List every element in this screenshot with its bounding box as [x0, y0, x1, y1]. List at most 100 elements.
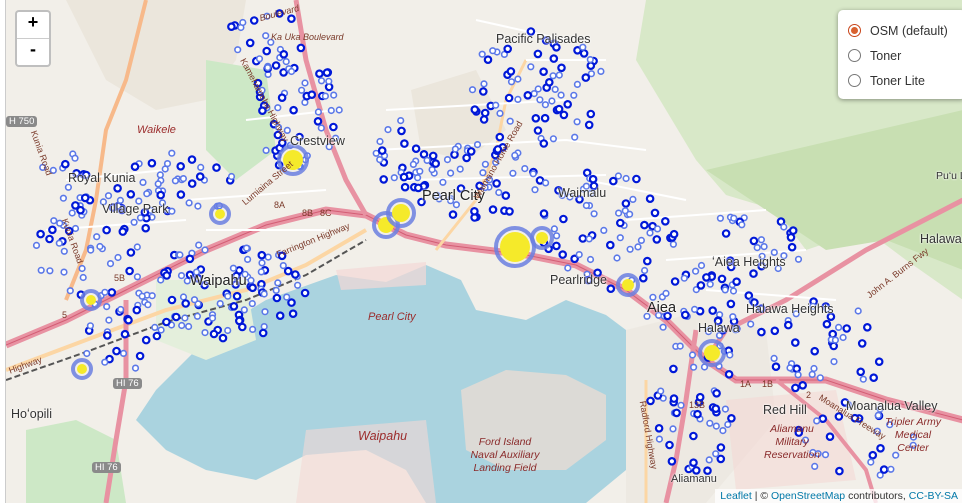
data-point-marker[interactable]: [218, 333, 228, 343]
data-point-marker[interactable]: [688, 351, 697, 359]
data-point-marker[interactable]: [702, 273, 711, 282]
data-point-marker[interactable]: [158, 199, 167, 207]
data-point-marker[interactable]: [209, 329, 219, 339]
data-point-marker[interactable]: [102, 225, 111, 235]
data-point-marker[interactable]: [726, 351, 734, 359]
data-point-marker[interactable]: [481, 160, 490, 168]
data-point-marker[interactable]: [400, 182, 410, 192]
data-point-marker[interactable]: [835, 466, 844, 476]
data-point-marker[interactable]: [317, 124, 325, 132]
data-point-marker[interactable]: [505, 207, 514, 216]
data-point-marker[interactable]: [614, 209, 623, 217]
data-point-marker[interactable]: [509, 169, 517, 177]
data-point-marker[interactable]: [317, 77, 326, 85]
data-point-marker[interactable]: [541, 179, 550, 187]
data-point-marker[interactable]: [811, 462, 819, 471]
data-point-marker[interactable]: [621, 199, 631, 208]
data-point-marker[interactable]: [521, 165, 529, 173]
data-point-marker[interactable]: [588, 174, 598, 184]
data-point-marker[interactable]: [332, 134, 340, 142]
data-point-marker[interactable]: [258, 106, 267, 116]
data-point-marker[interactable]: [566, 193, 574, 201]
data-point-marker[interactable]: [224, 292, 232, 300]
data-point-marker[interactable]: [480, 108, 490, 118]
data-point-marker[interactable]: [721, 286, 729, 294]
data-point-marker[interactable]: [274, 123, 283, 131]
data-point-marker[interactable]: [45, 234, 54, 244]
data-point-marker[interactable]: [76, 205, 85, 215]
data-point-marker[interactable]: [834, 412, 844, 421]
data-point-marker[interactable]: [826, 312, 836, 322]
data-point-marker[interactable]: [107, 288, 117, 297]
data-point-marker[interactable]: [397, 126, 406, 136]
data-point-marker[interactable]: [757, 236, 766, 244]
data-point-marker[interactable]: [757, 327, 766, 337]
data-point-marker[interactable]: [325, 143, 333, 151]
data-point-marker[interactable]: [660, 217, 670, 226]
data-point-marker[interactable]: [705, 456, 713, 464]
data-point-marker[interactable]: [201, 246, 209, 254]
data-point-marker[interactable]: [295, 132, 304, 142]
data-point-marker[interactable]: [626, 245, 634, 253]
data-point-marker[interactable]: [193, 312, 201, 320]
data-point-marker[interactable]: [411, 144, 421, 154]
data-point-marker[interactable]: [241, 270, 249, 278]
data-point-marker[interactable]: [501, 191, 511, 200]
data-point-marker[interactable]: [867, 458, 875, 466]
data-point-marker[interactable]: [249, 16, 259, 25]
data-point-marker[interactable]: [760, 243, 768, 251]
data-point-marker[interactable]: [652, 235, 662, 244]
data-point-marker[interactable]: [242, 244, 251, 252]
data-point-marker[interactable]: [689, 363, 698, 371]
data-point-marker[interactable]: [559, 214, 568, 224]
data-point-marker[interactable]: [282, 57, 290, 66]
data-point-marker[interactable]: [428, 151, 438, 161]
data-point-marker[interactable]: [571, 133, 579, 141]
data-point-marker[interactable]: [650, 208, 660, 218]
data-point-marker[interactable]: [227, 172, 236, 181]
data-point-marker[interactable]: [555, 71, 563, 79]
data-point-marker[interactable]: [792, 310, 800, 318]
data-point-marker[interactable]: [307, 90, 317, 100]
data-point-marker[interactable]: [478, 50, 486, 58]
data-point-marker[interactable]: [68, 209, 76, 217]
data-point-marker[interactable]: [794, 428, 804, 437]
data-point-marker[interactable]: [721, 229, 731, 238]
data-point-marker[interactable]: [301, 79, 309, 87]
data-point-marker[interactable]: [531, 114, 541, 123]
data-point-marker[interactable]: [511, 151, 519, 159]
data-point-marker[interactable]: [313, 117, 323, 126]
data-point-marker[interactable]: [330, 91, 338, 99]
data-point-marker[interactable]: [271, 61, 281, 70]
data-point-marker[interactable]: [667, 456, 677, 466]
data-point-marker[interactable]: [176, 251, 184, 259]
data-point-marker[interactable]: [874, 411, 882, 420]
data-point-marker[interactable]: [496, 109, 504, 117]
data-point-marker[interactable]: [653, 225, 662, 233]
data-point-marker[interactable]: [587, 189, 595, 197]
data-point-marker[interactable]: [586, 55, 594, 64]
data-point-marker[interactable]: [818, 414, 828, 424]
data-point-marker[interactable]: [181, 299, 191, 308]
data-point-marker[interactable]: [753, 244, 761, 252]
data-point-marker[interactable]: [563, 100, 573, 109]
data-point-marker[interactable]: [831, 336, 840, 344]
data-point-marker[interactable]: [586, 255, 595, 264]
data-point-marker[interactable]: [485, 176, 494, 184]
data-point-marker[interactable]: [448, 210, 458, 219]
data-point-marker[interactable]: [557, 63, 566, 73]
data-point-marker[interactable]: [821, 451, 830, 459]
data-point-marker[interactable]: [300, 288, 310, 298]
data-point-marker[interactable]: [541, 36, 551, 45]
data-point-marker[interactable]: [185, 322, 193, 331]
layer-option-toner-lite[interactable]: Toner Lite: [848, 68, 962, 93]
data-point-marker[interactable]: [257, 250, 267, 260]
data-point-marker[interactable]: [262, 46, 272, 56]
data-point-marker[interactable]: [193, 273, 203, 283]
data-point-marker[interactable]: [32, 241, 41, 249]
data-point-marker[interactable]: [716, 443, 726, 452]
data-point-marker[interactable]: [479, 115, 489, 124]
data-point-marker[interactable]: [862, 322, 872, 332]
data-point-marker[interactable]: [536, 96, 544, 104]
data-point-marker[interactable]: [637, 236, 646, 244]
